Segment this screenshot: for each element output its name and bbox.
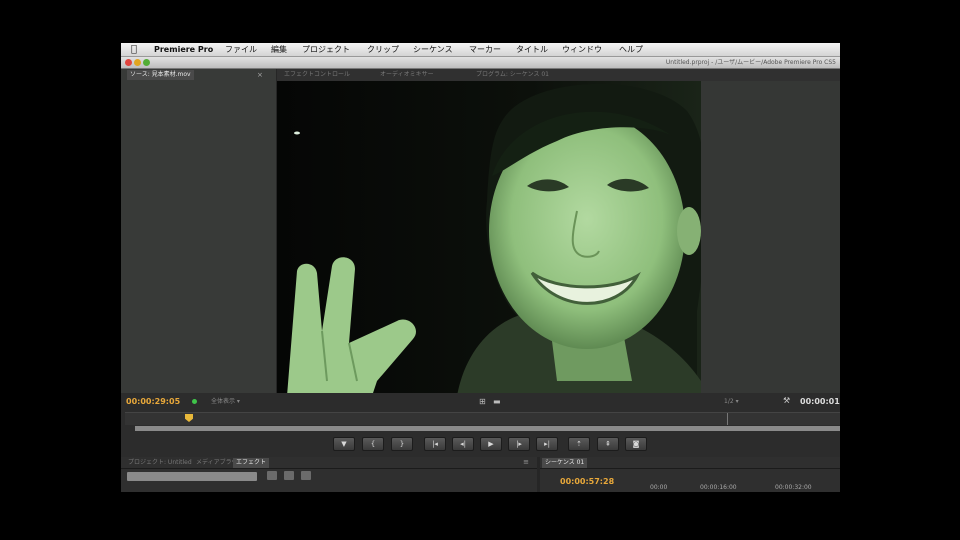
menu-project[interactable]: プロジェクト — [302, 44, 350, 56]
tab-source[interactable]: ソース: 見本素材.mov — [127, 70, 194, 80]
minimize-window-icon[interactable] — [134, 59, 141, 66]
step-back-icon[interactable]: ◂| — [452, 437, 474, 451]
apple-icon[interactable]:  — [131, 44, 137, 56]
project-panel: プロジェクト: Untitled メディアブラウザー 情報 エフェクト ≡ — [121, 457, 537, 492]
out-marker — [727, 413, 728, 425]
wrench-icon[interactable]: ⚒ — [783, 396, 790, 406]
zoom-dropdown[interactable]: 全体表示 ▾ — [211, 397, 240, 407]
right-panel — [701, 81, 840, 400]
menu-edit[interactable]: 編集 — [271, 44, 287, 56]
playhead-icon[interactable] — [185, 414, 193, 422]
monitor-controls: 00:00:29:05 全体表示 ▾ ⊞ ▬ 1/2 ▾ ⚒ 00:00:01 … — [121, 393, 840, 459]
premiere-window:  Premiere Pro ファイル 編集 プロジェクト クリップ シーケンス… — [121, 43, 840, 492]
menu-bar:  Premiere Pro ファイル 編集 プロジェクト クリップ シーケンス… — [121, 43, 840, 57]
zoom-window-icon[interactable] — [143, 59, 150, 66]
tab-effect-controls[interactable]: エフェクトコントロール — [281, 70, 353, 80]
bottom-panels: プロジェクト: Untitled メディアブラウザー 情報 エフェクト ≡ シー… — [121, 457, 840, 492]
video-content — [277, 81, 701, 396]
ruler-label-0: 00:00 — [650, 484, 668, 491]
timeline-timecode[interactable]: 00:00:57:28 — [560, 477, 614, 487]
time-ruler[interactable] — [125, 412, 840, 425]
delete-icon[interactable] — [301, 471, 311, 480]
program-video-frame — [277, 81, 701, 396]
menu-file[interactable]: ファイル — [225, 44, 257, 56]
menu-window[interactable]: ウィンドウ — [562, 44, 602, 56]
tab-effects[interactable]: エフェクト — [233, 458, 270, 468]
out-point-icon[interactable]: } — [391, 437, 413, 451]
new-item-icon[interactable] — [284, 471, 294, 480]
step-forward-icon[interactable]: |▸ — [508, 437, 530, 451]
menu-title[interactable]: タイトル — [516, 44, 548, 56]
menu-clip[interactable]: クリップ — [367, 44, 399, 56]
ruler-label-1: 00:00:16:00 — [700, 484, 737, 491]
source-panel: ソース: 見本素材.mov × — [121, 69, 276, 400]
divider — [121, 468, 537, 469]
go-to-out-icon[interactable]: ▸| — [536, 437, 558, 451]
go-to-in-icon[interactable]: |◂ — [424, 437, 446, 451]
tab-audio-mixer[interactable]: オーディオミキサー — [377, 70, 437, 80]
export-frame-icon[interactable]: ◙ — [625, 437, 647, 451]
tab-program[interactable]: プログラム: シーケンス 01 — [473, 70, 552, 80]
window-title: Untitled.prproj - /ユーザ/ムービー/Adobe Premie… — [665, 59, 836, 66]
safe-margin-icon[interactable]: ⊞ — [479, 397, 486, 407]
tab-project[interactable]: プロジェクト: Untitled — [125, 458, 195, 468]
divider — [540, 468, 840, 469]
program-monitor-tabs: エフェクトコントロール オーディオミキサー プログラム: シーケンス 01 — [277, 69, 840, 81]
tab-sequence[interactable]: シーケンス 01 — [542, 458, 588, 468]
status-dot-icon — [192, 399, 197, 404]
extract-icon[interactable]: ⇞ — [597, 437, 619, 451]
panel-menu-icon[interactable]: ≡ — [523, 457, 529, 467]
new-bin-icon[interactable] — [267, 471, 277, 480]
menu-marker[interactable]: マーカー — [469, 44, 501, 56]
timeline-panel: シーケンス 01 00:00:57:28 00:00 00:00:16:00 0… — [540, 457, 840, 492]
search-input[interactable] — [127, 472, 257, 481]
close-window-icon[interactable] — [125, 59, 132, 66]
close-tab-icon[interactable]: × — [257, 70, 263, 80]
current-timecode[interactable]: 00:00:29:05 — [126, 397, 180, 407]
menu-sequence[interactable]: シーケンス — [413, 44, 453, 56]
in-point-icon[interactable]: { — [362, 437, 384, 451]
marker-icon[interactable]: ▼ — [333, 437, 355, 451]
ruler-label-2: 00:00:32:00 — [775, 484, 812, 491]
zoom-scrollbar[interactable] — [135, 426, 840, 431]
output-icon[interactable]: ▬ — [493, 397, 501, 407]
quality-dropdown[interactable]: 1/2 ▾ — [724, 397, 739, 407]
menu-app-name[interactable]: Premiere Pro — [154, 44, 213, 56]
menu-help[interactable]: ヘルプ — [619, 44, 643, 56]
window-title-bar: Untitled.prproj - /ユーザ/ムービー/Adobe Premie… — [121, 57, 840, 69]
lift-icon[interactable]: ⇡ — [568, 437, 590, 451]
duration-timecode: 00:00:01 — [800, 397, 840, 406]
play-icon[interactable]: ▶ — [480, 437, 502, 451]
